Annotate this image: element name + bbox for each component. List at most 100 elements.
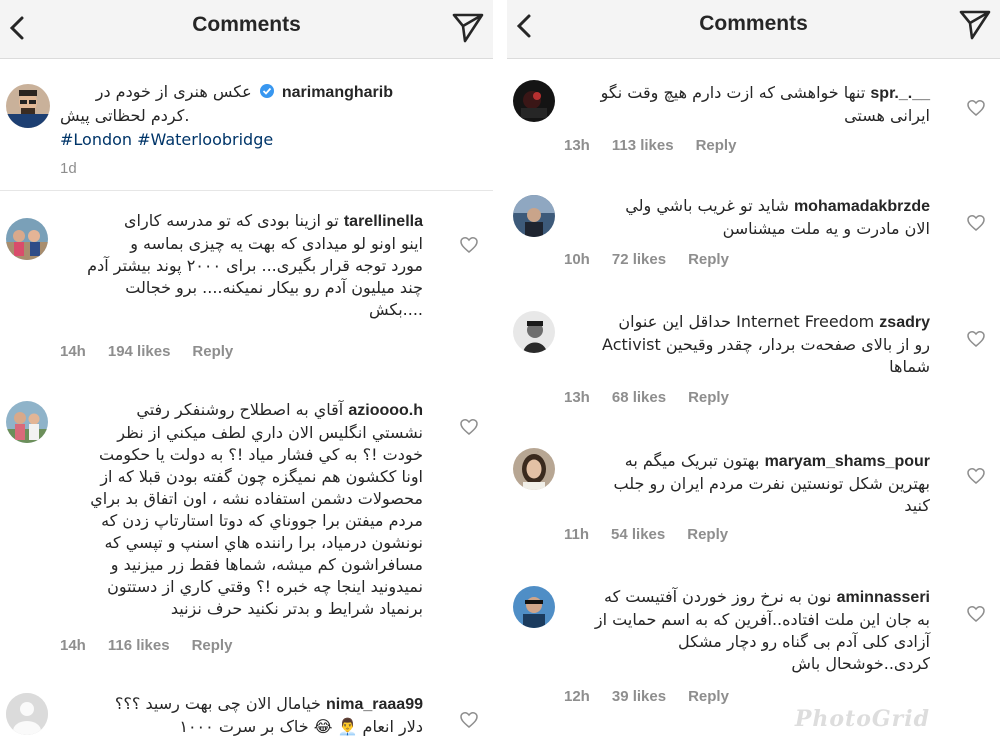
caption-block: عکس هنری از خودم در narimangharib کردم ل… [0, 70, 493, 180]
comment-text: محصولات دشمن استفاده نشه ، اون اتفاق بد … [90, 489, 423, 508]
likes-count[interactable]: 54 likes [611, 526, 665, 543]
avatar[interactable] [6, 401, 48, 443]
comment-username[interactable]: zsadry [879, 314, 930, 331]
likes-count[interactable]: 116 likes [108, 637, 170, 654]
comment-item: خیامال الان چی بهت رسید ؟؟؟ nima_raaa99 … [0, 685, 493, 750]
avatar[interactable] [513, 311, 555, 353]
send-direct-icon[interactable] [958, 7, 992, 41]
caption-time: 1d [60, 160, 77, 177]
caption-text-line2: کردم لحظاتی پیش. [60, 106, 190, 125]
comment-item: شاید تو غریب باشي ولي mohamadakbrzde الا… [507, 187, 1000, 287]
avatar[interactable] [6, 84, 50, 128]
comment-username[interactable]: aminnasseri [837, 589, 930, 606]
likes-count[interactable]: 113 likes [612, 137, 674, 154]
comment-time: 13h [564, 137, 590, 154]
comment-username[interactable]: spr._.__ [870, 85, 930, 102]
comment-username[interactable]: tarellinella [344, 213, 423, 230]
comment-text: مورد توجه قرار بگیری... برای ۲۰۰۰ پوند ب… [87, 256, 423, 275]
comment-text: تنها خواهشی که ازت دارم هیچ وقت نگو [600, 83, 866, 102]
comment-text: ۱۰۰۰ دلار انعام 👨‍💼 😂 خاک بر سرت [179, 717, 423, 736]
comment-text: مردم ميفتن برا جووناي كه دوتا استارتاپ ز… [101, 511, 423, 530]
comment-text: کردی..خوشحال باش [791, 654, 930, 673]
avatar[interactable] [513, 586, 555, 628]
comment-text: ایرانی هستی [844, 106, 930, 125]
comment-text: الان مادرت و يه ملت ميشناسن [722, 219, 930, 238]
likes-count[interactable]: 72 likes [612, 251, 666, 268]
comment-text: بهتون تبریک میگم به [624, 451, 760, 470]
comment-text: خیامال الان چی بهت رسید ؟؟؟ [114, 694, 321, 713]
comment-username[interactable]: maryam_shams_pour [765, 453, 930, 470]
header-bar: Comments [507, 0, 1000, 59]
comment-text: نميدونيد اينجا چه خبره !؟ وقتي كاري از د… [107, 577, 423, 596]
caption-username[interactable]: narimangharib [282, 84, 393, 101]
comment-text: شماها [889, 357, 930, 376]
comment-text: آزادی کلی آدم بی گناه رو دچار مشکل [678, 632, 930, 651]
comment-text: مسافراشون كم ميشه، شماها فقط زر ميزنيد و [110, 555, 423, 574]
comment-item: تو ازینا بودی که تو مدرسه کارای tarellin… [0, 200, 493, 380]
send-direct-icon[interactable] [451, 10, 485, 44]
comment-username[interactable]: nima_raaa99 [326, 696, 423, 713]
comment-text: نونشون درمياد، برا راننده هاي اسنپ و تپس… [104, 533, 423, 552]
comment-text: خودت !؟ به كي فشار مياد !؟ به دولت يا حك… [99, 445, 423, 464]
comment-text: آقاي به اصطلاح روشنفكر رفتي [136, 400, 344, 419]
heart-icon[interactable] [459, 235, 479, 255]
comment-item: بهتون تبریک میگم به maryam_shams_pour به… [507, 440, 1000, 560]
avatar[interactable] [513, 80, 555, 122]
header-bar: Comments [0, 0, 493, 59]
collage-gap [493, 0, 507, 750]
comment-item: تنها خواهشی که ازت دارم هیچ وقت نگو spr.… [507, 72, 1000, 172]
comment-text: اونا ككشون هم نميگزه چون گفته بودن قبلا … [100, 467, 423, 486]
reply-button[interactable]: Reply [688, 251, 729, 268]
left-comments-screen: Comments عکس هنری از خودم در narimanghar… [0, 0, 493, 750]
heart-icon[interactable] [966, 604, 986, 624]
heart-icon[interactable] [966, 213, 986, 233]
likes-count[interactable]: 194 likes [108, 343, 171, 360]
reply-button[interactable]: Reply [192, 343, 233, 360]
comment-time: 14h [60, 637, 86, 654]
comment-username[interactable]: mohamadakbrzde [794, 198, 930, 215]
comment-text: به جان این ملت افتاده..آفرین که به اسم ح… [594, 610, 930, 629]
comment-text: چند میلیون آدم رو بیکار نمیکنه.... برو خ… [125, 278, 423, 297]
comment-text: کنید [904, 496, 930, 515]
heart-icon[interactable] [459, 417, 479, 437]
comment-text: برنمياد شرايط و بدتر نكنيد حرف نزنيد [170, 599, 423, 618]
comment-text: بکش.... [368, 300, 423, 319]
right-comments-screen: Comments تنها خواهشی که ازت دارم هیچ وقت… [507, 0, 1000, 750]
comment-text: تو ازینا بودی که تو مدرسه کارای [124, 211, 339, 230]
heart-icon[interactable] [966, 329, 986, 349]
comment-time: 12h [564, 688, 590, 705]
comment-text: بهترین شکل تونستین نفرت مردم ایران رو جل… [613, 474, 931, 493]
reply-button[interactable]: Reply [696, 137, 737, 154]
avatar[interactable] [6, 693, 48, 735]
page-title: Comments [699, 12, 808, 35]
comment-time: 10h [564, 251, 590, 268]
reply-button[interactable]: Reply [688, 389, 729, 406]
comment-text: اینو اونو لو میدادی که بهت یه چیزی بماسه… [130, 234, 423, 253]
comment-time: 11h [564, 526, 590, 543]
comment-text: شاید تو غریب باشي ولي [625, 196, 789, 215]
comment-text: Activist رو از بالای صفحه‌ت بردار، چقدر … [602, 335, 930, 354]
reply-button[interactable]: Reply [192, 637, 233, 654]
avatar[interactable] [513, 195, 555, 237]
caption-text: عکس هنری از خودم در [95, 82, 252, 101]
heart-icon[interactable] [966, 466, 986, 486]
reply-button[interactable]: Reply [688, 688, 729, 705]
comment-username[interactable]: azioooo.h [348, 402, 423, 419]
heart-icon[interactable] [966, 98, 986, 118]
avatar[interactable] [513, 448, 555, 490]
reply-button[interactable]: Reply [687, 526, 728, 543]
comment-time: 14h [60, 343, 86, 360]
comment-text: نشستي انگليس الان داري لطف ميكني از نظر [117, 423, 423, 442]
heart-icon[interactable] [459, 710, 479, 730]
comment-text: نون به نرخ روز خوردن آفتیست که [604, 587, 832, 606]
likes-count[interactable]: 39 likes [612, 688, 666, 705]
comment-item: حداقل این عنوان Internet Freedom zsadry … [507, 303, 1000, 423]
caption-hashtags[interactable]: #London #Waterloobridge [60, 128, 273, 152]
page-title: Comments [192, 13, 301, 36]
likes-count[interactable]: 68 likes [612, 389, 666, 406]
divider [0, 190, 493, 191]
comment-item: نون به نرخ روز خوردن آفتیست که aminnasse… [507, 578, 1000, 718]
avatar[interactable] [6, 218, 48, 260]
comment-text: حداقل این عنوان Internet Freedom [618, 312, 875, 331]
verified-badge-icon [259, 84, 274, 98]
